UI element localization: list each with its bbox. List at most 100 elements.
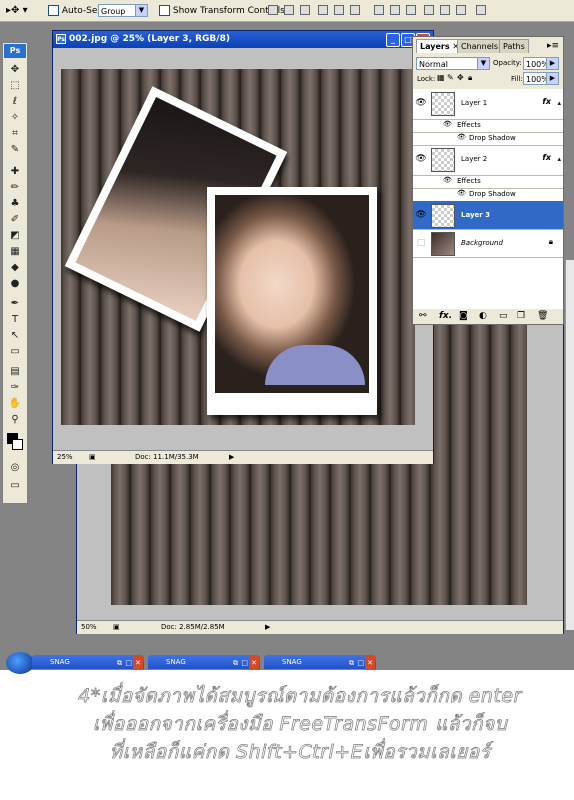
maximize-icon[interactable]: □: [125, 656, 132, 670]
layer-name[interactable]: Layer 2: [461, 155, 487, 163]
move-tool-icon[interactable]: ✥: [8, 63, 22, 76]
tab-paths[interactable]: Paths: [499, 39, 529, 53]
close-icon[interactable]: ✕: [365, 656, 375, 670]
align-left-icon[interactable]: [318, 5, 328, 15]
document-title-bar[interactable]: Ps 002.jpg @ 25% (Layer 3, RGB/8) _ □ ✕: [53, 31, 433, 48]
distribute-bottom-icon[interactable]: [406, 5, 416, 15]
distribute-vcenter-icon[interactable]: [390, 5, 400, 15]
panel-menu-icon[interactable]: ▸≡: [547, 41, 559, 51]
pen-tool-icon[interactable]: ✒: [8, 297, 22, 310]
magic-wand-icon[interactable]: ✧: [8, 111, 22, 124]
move-tool-icon[interactable]: ▸✥ ▾: [6, 5, 28, 16]
distribute-hcenter-icon[interactable]: [440, 5, 450, 15]
notes-tool-icon[interactable]: ▤: [8, 365, 22, 378]
zoom-tool-icon[interactable]: ⚲: [8, 413, 22, 426]
minimize-icon[interactable]: _: [386, 33, 400, 47]
visibility-eye-icon[interactable]: 👁︎: [415, 97, 427, 109]
eye-icon[interactable]: 👁︎: [457, 133, 466, 141]
screen-mode-icon[interactable]: ▭: [8, 479, 22, 492]
history-brush-icon[interactable]: ✐: [8, 213, 22, 226]
align-hcenter-icon[interactable]: [334, 5, 344, 15]
shape-tool-icon[interactable]: ▭: [8, 345, 22, 358]
visibility-eye-icon[interactable]: □: [415, 237, 427, 249]
restore-icon[interactable]: ⧉: [349, 656, 354, 670]
eye-icon[interactable]: 👁︎: [457, 189, 466, 197]
distribute-right-icon[interactable]: [456, 5, 466, 15]
layer-mask-icon[interactable]: ◙: [459, 311, 468, 321]
crop-tool-icon[interactable]: ⌗: [8, 127, 22, 140]
expand-arrow-icon[interactable]: ▴: [557, 155, 561, 163]
restore-icon[interactable]: ⧉: [117, 656, 122, 670]
distribute-left-icon[interactable]: [424, 5, 434, 15]
taskbar-item-snag-1[interactable]: SNAG ⧉ □ ✕: [32, 655, 144, 670]
show-transform-checkbox[interactable]: Show Transform Controls: [159, 5, 285, 16]
layer-row-background[interactable]: □ Background 🔒︎: [413, 229, 563, 258]
layer-name[interactable]: Layer 3: [461, 211, 490, 219]
new-group-icon[interactable]: ▭: [499, 311, 508, 321]
dodge-tool-icon[interactable]: ●: [8, 277, 22, 290]
layer-row-layer-3[interactable]: 👁︎ Layer 3: [413, 201, 563, 230]
visibility-eye-icon[interactable]: 👁︎: [415, 209, 427, 221]
layer-name[interactable]: Layer 1: [461, 99, 487, 107]
healing-brush-icon[interactable]: ✚: [8, 165, 22, 178]
maximize-icon[interactable]: □: [357, 656, 364, 670]
path-select-icon[interactable]: ↖: [8, 329, 22, 342]
lock-transparent-icon[interactable]: ▦: [437, 73, 445, 82]
align-bottom-icon[interactable]: [300, 5, 310, 15]
stamp-tool-icon[interactable]: ♣: [8, 197, 22, 210]
close-icon[interactable]: ✕: [249, 656, 259, 670]
maximize-icon[interactable]: □: [241, 656, 248, 670]
zoom-level[interactable]: 25%: [57, 451, 73, 464]
taskbar-item-snag-2[interactable]: SNAG ⧉ □ ✕: [148, 655, 260, 670]
auto-align-icon[interactable]: [476, 5, 486, 15]
quick-mask-icon[interactable]: ◎: [8, 461, 22, 474]
distribute-top-icon[interactable]: [374, 5, 384, 15]
hand-tool-icon[interactable]: ✋: [8, 397, 22, 410]
status-arrow-icon[interactable]: ▶: [265, 621, 270, 634]
new-layer-icon[interactable]: ❐: [517, 311, 525, 321]
align-vcenter-icon[interactable]: [284, 5, 294, 15]
visibility-eye-icon[interactable]: 👁︎: [415, 153, 427, 165]
opacity-input[interactable]: 100% ▶: [523, 57, 559, 70]
blur-tool-icon[interactable]: ◆: [8, 261, 22, 274]
type-tool-icon[interactable]: T: [8, 313, 22, 326]
marquee-tool-icon[interactable]: ⬚: [8, 79, 22, 92]
gradient-tool-icon[interactable]: ▦: [8, 245, 22, 258]
status-menu-icon[interactable]: ▣: [113, 621, 120, 634]
eye-icon[interactable]: 👁︎: [443, 176, 452, 184]
layer-style-icon[interactable]: fx.: [439, 311, 452, 321]
brush-tool-icon[interactable]: ✏: [8, 181, 22, 194]
fx-icon[interactable]: fx: [542, 97, 551, 106]
fill-input[interactable]: 100% ▶: [523, 72, 559, 85]
fx-icon[interactable]: fx: [542, 153, 551, 162]
lock-brush-icon[interactable]: ✎: [447, 73, 454, 82]
delete-layer-icon[interactable]: 🗑︎: [537, 311, 548, 321]
link-layers-icon[interactable]: ⚯: [419, 311, 427, 321]
layer-name[interactable]: Background: [461, 239, 503, 247]
status-arrow-icon[interactable]: ▶: [229, 451, 234, 464]
tab-channels[interactable]: Channels: [457, 39, 503, 53]
adjustment-layer-icon[interactable]: ◐: [479, 311, 487, 321]
eyedropper-icon[interactable]: ✑: [8, 381, 22, 394]
lock-all-icon[interactable]: 🔒︎: [468, 73, 472, 83]
zoom-level[interactable]: 50%: [81, 621, 97, 634]
layer-row-layer-2[interactable]: 👁︎ Layer 2 fx ▴: [413, 145, 563, 176]
align-right-icon[interactable]: [350, 5, 360, 15]
blend-mode-dropdown[interactable]: Normal ▼: [416, 57, 490, 70]
eraser-tool-icon[interactable]: ◩: [8, 229, 22, 242]
align-top-icon[interactable]: [268, 5, 278, 15]
slice-tool-icon[interactable]: ✎: [8, 143, 22, 156]
photo-layer-2[interactable]: [207, 187, 377, 415]
lasso-tool-icon[interactable]: ℓ: [8, 95, 22, 108]
scrollbar[interactable]: [565, 260, 574, 630]
restore-icon[interactable]: ⧉: [233, 656, 238, 670]
document-window-front[interactable]: Ps 002.jpg @ 25% (Layer 3, RGB/8) _ □ ✕ …: [52, 30, 434, 464]
background-color-swatch[interactable]: [12, 439, 23, 450]
taskbar-item-snag-3[interactable]: SNAG ⧉ □ ✕: [264, 655, 376, 670]
expand-arrow-icon[interactable]: ▴: [557, 99, 561, 107]
eye-icon[interactable]: 👁︎: [443, 120, 452, 128]
auto-select-dropdown[interactable]: Group ▼: [98, 4, 148, 17]
layer-row-layer-1[interactable]: 👁︎ Layer 1 fx ▴: [413, 89, 563, 120]
status-menu-icon[interactable]: ▣: [89, 451, 96, 464]
close-icon[interactable]: ✕: [133, 656, 143, 670]
